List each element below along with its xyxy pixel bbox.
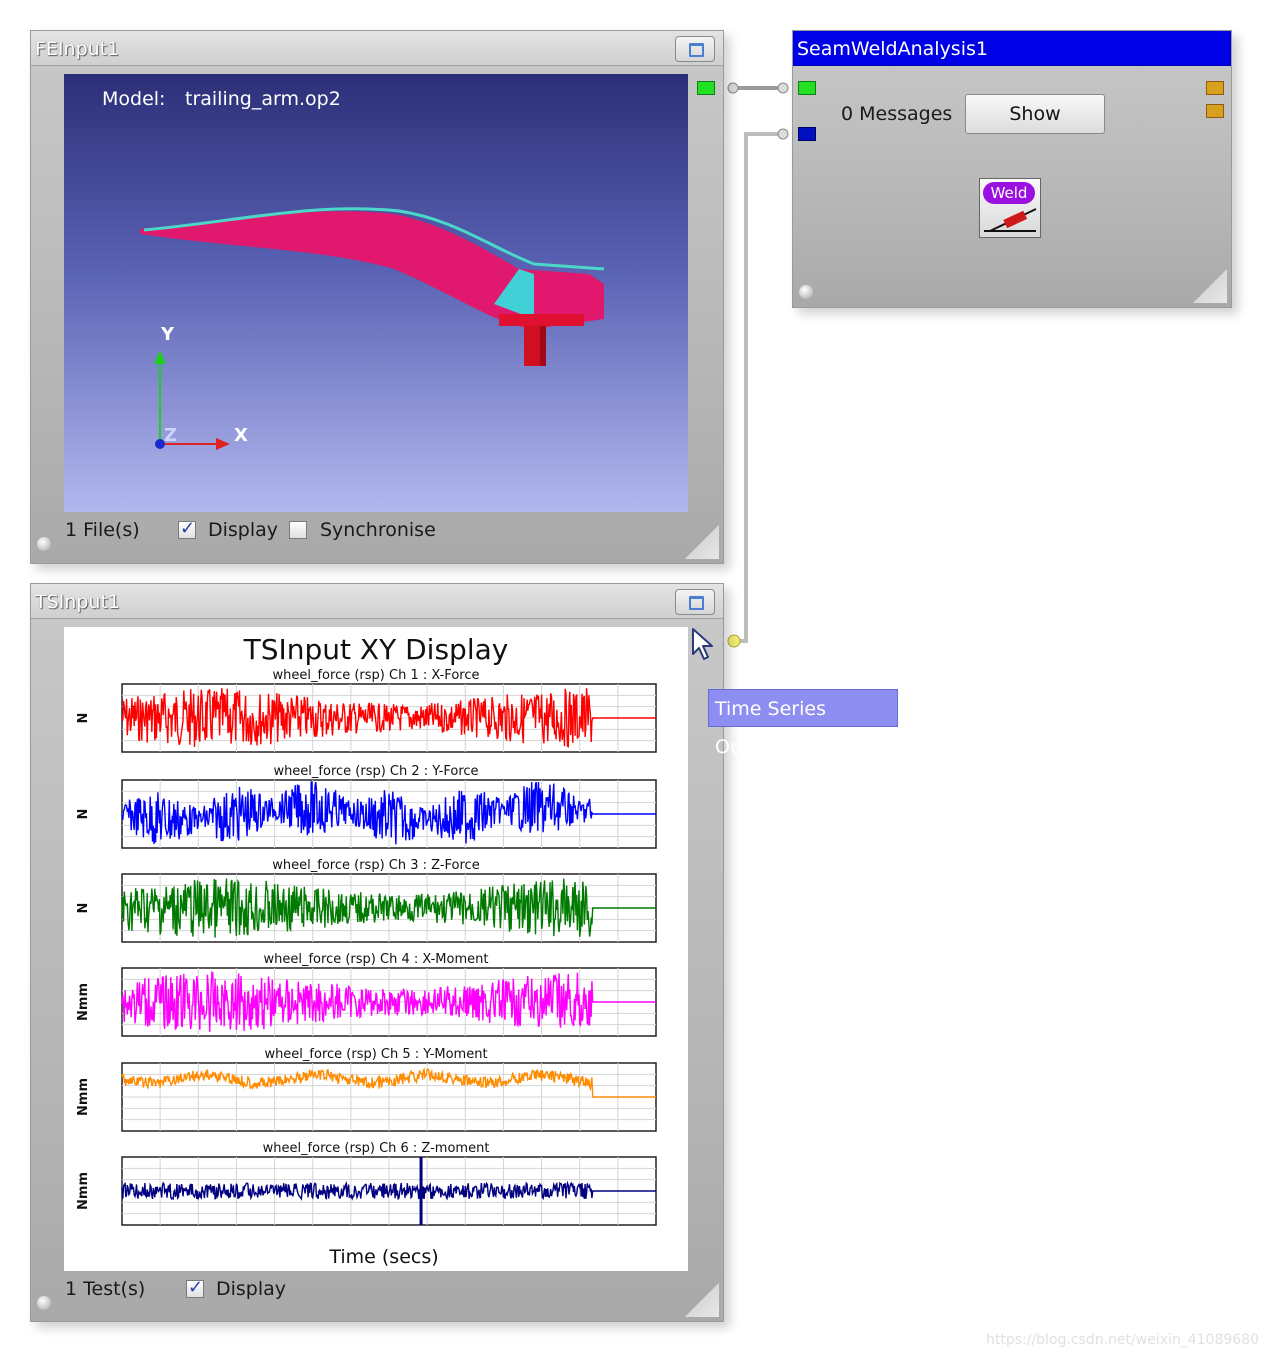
seamweld-timeseries-input-port[interactable] [798,127,816,141]
seamweld-mesh-input-port[interactable] [798,81,816,95]
maximize-button[interactable] [675,589,715,615]
mouse-cursor-icon [692,628,713,660]
ts-input-title: TSInput1 [35,591,120,613]
fe-mesh-output-port[interactable] [697,81,715,95]
connector-node [777,82,789,94]
fe-input-title: FEInput1 [35,38,120,60]
fe-input-titlebar[interactable]: FEInput1 [31,31,723,66]
test-count: 1 Test(s) [65,1278,146,1300]
display-label: Display [216,1278,287,1300]
chart-title: TSInput XY Display [243,633,509,666]
seamweld-output-port-2[interactable] [1206,104,1224,118]
display-label: Display [208,519,279,541]
axis-y-arrow [154,350,166,364]
seamweld-output-port-1[interactable] [1206,81,1224,95]
seamweld-title: SeamWeldAnalysis1 [797,38,988,60]
wire-ts-to-weld [736,132,782,643]
arm-bushing [499,314,584,326]
axis-x-label: X [234,425,248,446]
synchronise-label: Synchronise [320,519,436,541]
series-subtitle: wheel_force (rsp) Ch 1 : X-Force [273,668,480,683]
axis-y-label: Y [161,324,175,345]
ts-plot-area[interactable]: TSInput XY Display wheel_force (rsp) Ch 1… [64,627,688,1271]
ts-xy-chart: TSInput XY Display wheel_force (rsp) Ch 1… [76,633,657,1268]
series-ylabel: N [76,903,91,914]
resize-grip[interactable] [685,1283,719,1317]
seamweld-resize-grip[interactable] [1193,269,1227,303]
time-series-output-tooltip: Time Series Output [708,689,898,758]
synchronise-checkbox[interactable] [289,521,307,539]
series-subtitle: wheel_force (rsp) Ch 6 : Z-moment [263,1141,490,1156]
messages-count: 0 Messages [841,103,953,125]
seamweld-panel[interactable]: SeamWeldAnalysis1 0 Messages Show Weld [792,30,1232,308]
series-ylabel: Nmm [76,1078,91,1116]
series-subtitle: wheel_force (rsp) Ch 4 : X-Moment [264,952,489,967]
series-subtitle: wheel_force (rsp) Ch 3 : Z-Force [272,858,479,873]
arm-body [140,211,604,329]
arm-post-shade [540,326,546,366]
fe-input-panel[interactable]: FEInput1 Model: trailing_arm.op2 Y Z X 1… [30,30,724,564]
model-viewport[interactable]: Model: trailing_arm.op2 Y Z X [64,74,688,512]
series-ylabel: N [76,713,91,724]
seamweld-status-dot [799,285,813,299]
ts-input-panel[interactable]: TSInput1 TSInput XY Display wheel_force (… [30,583,724,1322]
display-checkbox[interactable] [178,518,196,539]
series-ylabel: N [76,809,91,820]
trailing-arm-model [140,207,605,450]
display-checkbox[interactable] [186,1277,204,1298]
connector-node [727,82,739,94]
resize-grip[interactable] [685,525,719,559]
series-ylabel: Nmm [76,983,91,1021]
series-subtitle: wheel_force (rsp) Ch 5 : Y-Moment [264,1047,487,1062]
panel-status-dot [37,537,51,551]
seamweld-titlebar[interactable]: SeamWeldAnalysis1 [793,31,1231,66]
connector-node [777,128,789,140]
chart-xlabel: Time (secs) [328,1246,438,1268]
maximize-button[interactable] [675,36,715,62]
show-messages-button[interactable]: Show [965,94,1105,134]
ts-output-port [727,634,741,648]
series-subtitle: wheel_force (rsp) Ch 2 : Y-Force [273,764,478,779]
file-count: 1 File(s) [65,519,140,541]
axis-z-label: Z [164,425,178,446]
axis-x-arrow [216,438,230,450]
weld-icon-graphic [984,208,1037,232]
panel-status-dot [37,1296,51,1310]
weld-icon[interactable]: Weld [979,178,1041,238]
ts-input-titlebar[interactable]: TSInput1 [31,584,723,619]
series-ylabel: Nmm [76,1172,91,1210]
watermark: https://blog.csdn.net/weixin_41089680 [985,1332,1259,1348]
